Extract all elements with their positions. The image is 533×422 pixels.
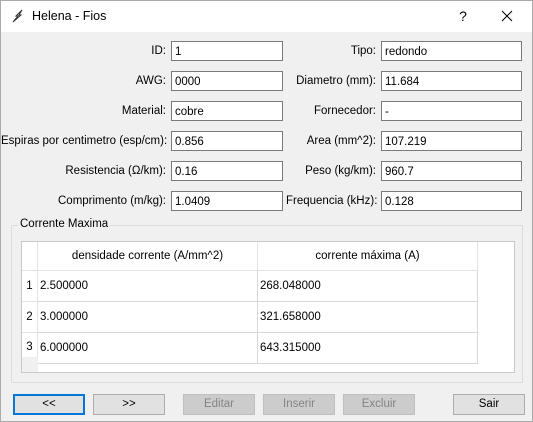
awg-field[interactable]: 0000	[171, 71, 283, 91]
diametro-field[interactable]: 11.684	[381, 71, 522, 91]
tipo-label: Tipo:	[350, 45, 376, 57]
frequencia-field[interactable]: 0.128	[381, 191, 522, 211]
espiras-label: Espiras por centimetro (esp/cm):	[1, 135, 168, 147]
resistencia-label: Resistencia (Ω/km):	[65, 165, 166, 177]
comprimento-field[interactable]: 1.0409	[171, 191, 283, 211]
lightning-icon	[10, 8, 26, 24]
close-icon[interactable]	[494, 5, 520, 27]
column-header-corrente[interactable]: corrente máxima (A)	[258, 242, 478, 271]
insert-button[interactable]: Inserir	[263, 394, 335, 415]
window-title: Helena - Fios	[32, 9, 107, 23]
next-record-button[interactable]: >>	[93, 394, 165, 415]
row-header[interactable]: 3	[22, 333, 38, 358]
table-corner[interactable]	[22, 242, 38, 271]
fornecedor-field[interactable]: -	[381, 101, 522, 121]
comprimento-label: Comprimento (m/kg):	[58, 195, 166, 207]
id-label: ID:	[151, 45, 166, 57]
peso-field[interactable]: 960.7	[381, 161, 522, 181]
area-field[interactable]: 107.219	[381, 131, 522, 151]
exit-button[interactable]: Sair	[453, 394, 525, 415]
group-title: Corrente Maxima	[18, 218, 111, 230]
row-header[interactable]: 2	[22, 302, 38, 333]
espiras-field[interactable]: 0.856	[171, 131, 283, 151]
resistencia-field[interactable]: 0.16	[171, 161, 283, 181]
table-cell[interactable]: 2.500000	[38, 271, 258, 302]
table-cell[interactable]: 268.048000	[258, 271, 478, 302]
table-cell[interactable]: 321.658000	[258, 302, 478, 333]
delete-button[interactable]: Excluir	[343, 394, 415, 415]
fornecedor-label: Fornecedor:	[313, 105, 376, 117]
corrente-table[interactable]: densidade corrente (A/mm^2) corrente máx…	[21, 241, 515, 373]
first-record-button[interactable]: <<	[13, 394, 85, 415]
edit-button[interactable]: Editar	[183, 394, 255, 415]
table-empty-area	[22, 357, 38, 372]
area-label: Area (mm^2):	[306, 135, 376, 147]
table-cell[interactable]: 6.000000	[38, 333, 258, 364]
awg-label: AWG:	[135, 75, 166, 87]
material-label: Material:	[121, 105, 166, 117]
frequencia-label: Frequencia (kHz):	[286, 195, 378, 207]
title-bar: Helena - Fios ?	[1, 1, 532, 32]
table-cell[interactable]: 643.315000	[258, 333, 478, 364]
peso-label: Peso (kg/km):	[305, 165, 376, 177]
diametro-label: Diametro (mm):	[296, 75, 376, 87]
id-field[interactable]: 1	[171, 41, 283, 61]
help-button[interactable]: ?	[450, 5, 476, 27]
tipo-field[interactable]: redondo	[381, 41, 522, 61]
dialog-window: Helena - Fios ? ID: AWG: Material: Espir…	[0, 0, 533, 422]
table-cell[interactable]: 3.000000	[38, 302, 258, 333]
row-header[interactable]: 1	[22, 271, 38, 302]
material-field[interactable]: cobre	[171, 101, 283, 121]
column-header-densidade[interactable]: densidade corrente (A/mm^2)	[38, 242, 258, 271]
